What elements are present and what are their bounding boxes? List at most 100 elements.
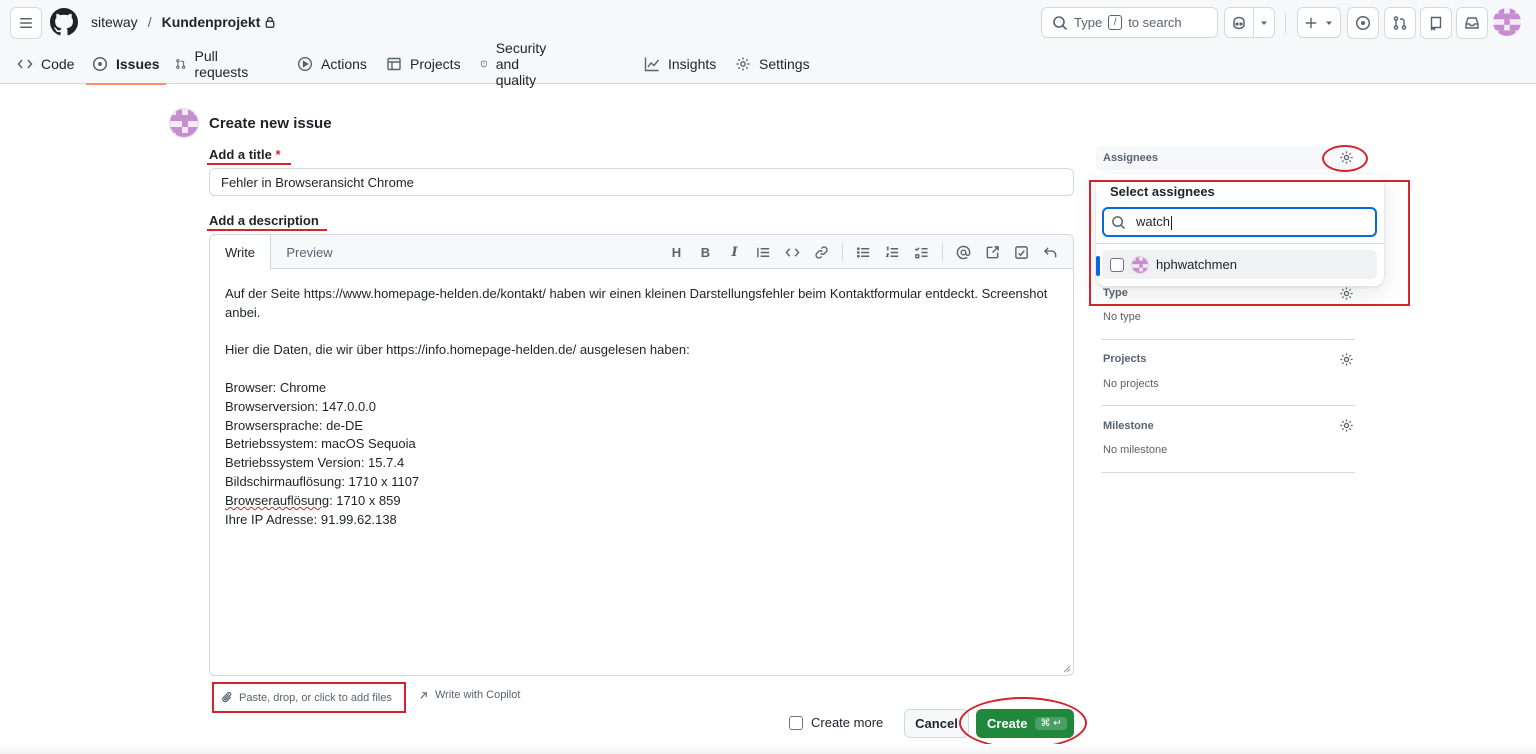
repositories-shortcut-button[interactable]: [1420, 7, 1452, 39]
tasklist-icon: [914, 246, 928, 258]
title-label: Add a title *: [209, 147, 281, 162]
gear-icon[interactable]: [1339, 418, 1354, 433]
tab-projects[interactable]: Projects: [386, 44, 461, 84]
bold-button[interactable]: B: [691, 235, 720, 269]
mention-button[interactable]: [949, 235, 978, 269]
create-new-button[interactable]: [1297, 7, 1341, 38]
reply-icon: [1043, 246, 1057, 257]
sidebar-divider: [1102, 405, 1355, 406]
body-line: Betriebssystem Version: 15.7.4: [225, 455, 405, 471]
sidebar-divider: [1102, 472, 1355, 473]
git-pull-request-icon: [176, 59, 186, 69]
tab-preview[interactable]: Preview: [271, 235, 348, 270]
unordered-list-button[interactable]: [849, 235, 878, 269]
annotation-underline-title: [207, 163, 291, 165]
body-line: Browserversion: 147.0.0.0: [225, 398, 377, 414]
paperclip-icon: [222, 691, 232, 703]
triangle-down-icon: [1326, 21, 1332, 25]
annotation-circle-create: [959, 697, 1087, 749]
code-button[interactable]: [778, 235, 807, 269]
tab-issues-label: Issues: [116, 56, 160, 72]
tab-insights[interactable]: Insights: [644, 44, 716, 84]
description-textarea[interactable]: Auf der Seite https://www.homepage-helde…: [225, 285, 1065, 529]
body-line: Browsersprache: de-DE: [225, 417, 363, 433]
search-placeholder-suffix: to search: [1128, 15, 1182, 30]
play-icon: [297, 56, 313, 72]
pull-requests-shortcut-button[interactable]: [1384, 7, 1416, 39]
search-input[interactable]: Type / to search: [1041, 7, 1218, 38]
undo-button[interactable]: [1036, 235, 1065, 269]
quote-icon: [757, 247, 770, 257]
inbox-button[interactable]: [1456, 7, 1488, 39]
ordered-list-button[interactable]: [878, 235, 907, 269]
header-divider: [1285, 13, 1286, 33]
user-avatar[interactable]: [1493, 8, 1521, 36]
body-line: anbei.: [225, 304, 261, 320]
create-more-checkbox[interactable]: [789, 715, 803, 730]
breadcrumb-repo[interactable]: Kundenprojekt: [162, 14, 261, 30]
search-placeholder-prefix: Type: [1074, 15, 1103, 30]
issues-shortcut-button[interactable]: [1347, 7, 1379, 39]
tab-issues[interactable]: Issues: [86, 44, 166, 85]
github-logo-icon[interactable]: [50, 8, 78, 36]
gear-icon[interactable]: [1339, 352, 1354, 367]
milestone-value: No milestone: [1103, 444, 1168, 456]
projects-title: Projects: [1103, 353, 1147, 365]
tab-pull-requests-label: Pull requests: [194, 48, 249, 80]
heading-button[interactable]: H: [662, 235, 691, 269]
tab-settings-label: Settings: [759, 56, 810, 72]
italic-button[interactable]: I: [720, 235, 749, 269]
write-with-copilot-label: Write with Copilot: [435, 689, 521, 701]
menu-button[interactable]: [10, 7, 42, 39]
annotation-underline-description: [207, 229, 327, 231]
table-icon: [387, 57, 401, 71]
tab-write[interactable]: Write: [210, 235, 271, 270]
code-icon: [785, 247, 800, 257]
issue-opened-icon: [1355, 15, 1371, 31]
cross-reference-icon: [986, 245, 999, 258]
copilot-icon: [1233, 16, 1245, 29]
title-label-text: Add a title: [209, 147, 272, 162]
tab-pull-requests[interactable]: Pull requests: [175, 44, 253, 84]
cross-reference-button[interactable]: [978, 235, 1007, 269]
description-label: Add a description: [209, 213, 319, 228]
link-button[interactable]: [807, 235, 836, 269]
tab-settings[interactable]: Settings: [735, 44, 810, 84]
quote-button[interactable]: [749, 235, 778, 269]
identicon-avatar-icon: [170, 109, 198, 137]
tab-insights-label: Insights: [668, 56, 717, 72]
arrow-up-right-icon: [420, 691, 427, 699]
hamburger-icon: [20, 18, 32, 28]
body-line: Browser: Chrome: [225, 379, 327, 395]
sidebar-divider: [1102, 339, 1355, 340]
copilot-dropdown-button[interactable]: [1254, 8, 1274, 37]
tab-code[interactable]: Code: [17, 44, 74, 84]
tab-actions-label: Actions: [321, 56, 367, 72]
tab-security[interactable]: Security and quality: [480, 40, 555, 88]
tab-actions[interactable]: Actions: [297, 44, 367, 84]
create-more-option[interactable]: Create more: [789, 715, 883, 730]
saved-replies-button[interactable]: [1007, 235, 1036, 269]
attach-files-button[interactable]: Paste, drop, or click to add files: [212, 682, 406, 713]
description-editor: Write Preview H B I Auf der Seite https:…: [209, 234, 1074, 676]
mention-icon: [956, 245, 971, 259]
body-line: [225, 323, 1065, 342]
title-input[interactable]: Fehler in Browseransicht Chrome: [209, 168, 1074, 196]
write-with-copilot-button[interactable]: Write with Copilot: [418, 689, 520, 701]
attach-files-label: Paste, drop, or click to add files: [239, 691, 392, 704]
task-list-button[interactable]: [907, 235, 936, 269]
breadcrumb-owner[interactable]: siteway: [91, 14, 138, 30]
body-line: Betriebssystem: macOS Sequoia: [225, 436, 416, 452]
list-ordered-icon: [885, 245, 899, 257]
toolbar-divider: [842, 243, 843, 261]
toolbar-divider: [942, 243, 943, 261]
copilot-button-group: [1224, 7, 1275, 38]
spellcheck-word: Browserauflösung: [225, 492, 330, 508]
reply-box-icon: [1015, 245, 1028, 259]
link-icon: [815, 245, 828, 259]
gear-icon: [736, 57, 750, 71]
list-unordered-icon: [856, 246, 870, 258]
copilot-button[interactable]: [1225, 8, 1255, 37]
resize-handle-icon[interactable]: [1063, 665, 1071, 673]
body-line: Bildschirmauflösung: 1710 x 1107: [225, 473, 420, 489]
